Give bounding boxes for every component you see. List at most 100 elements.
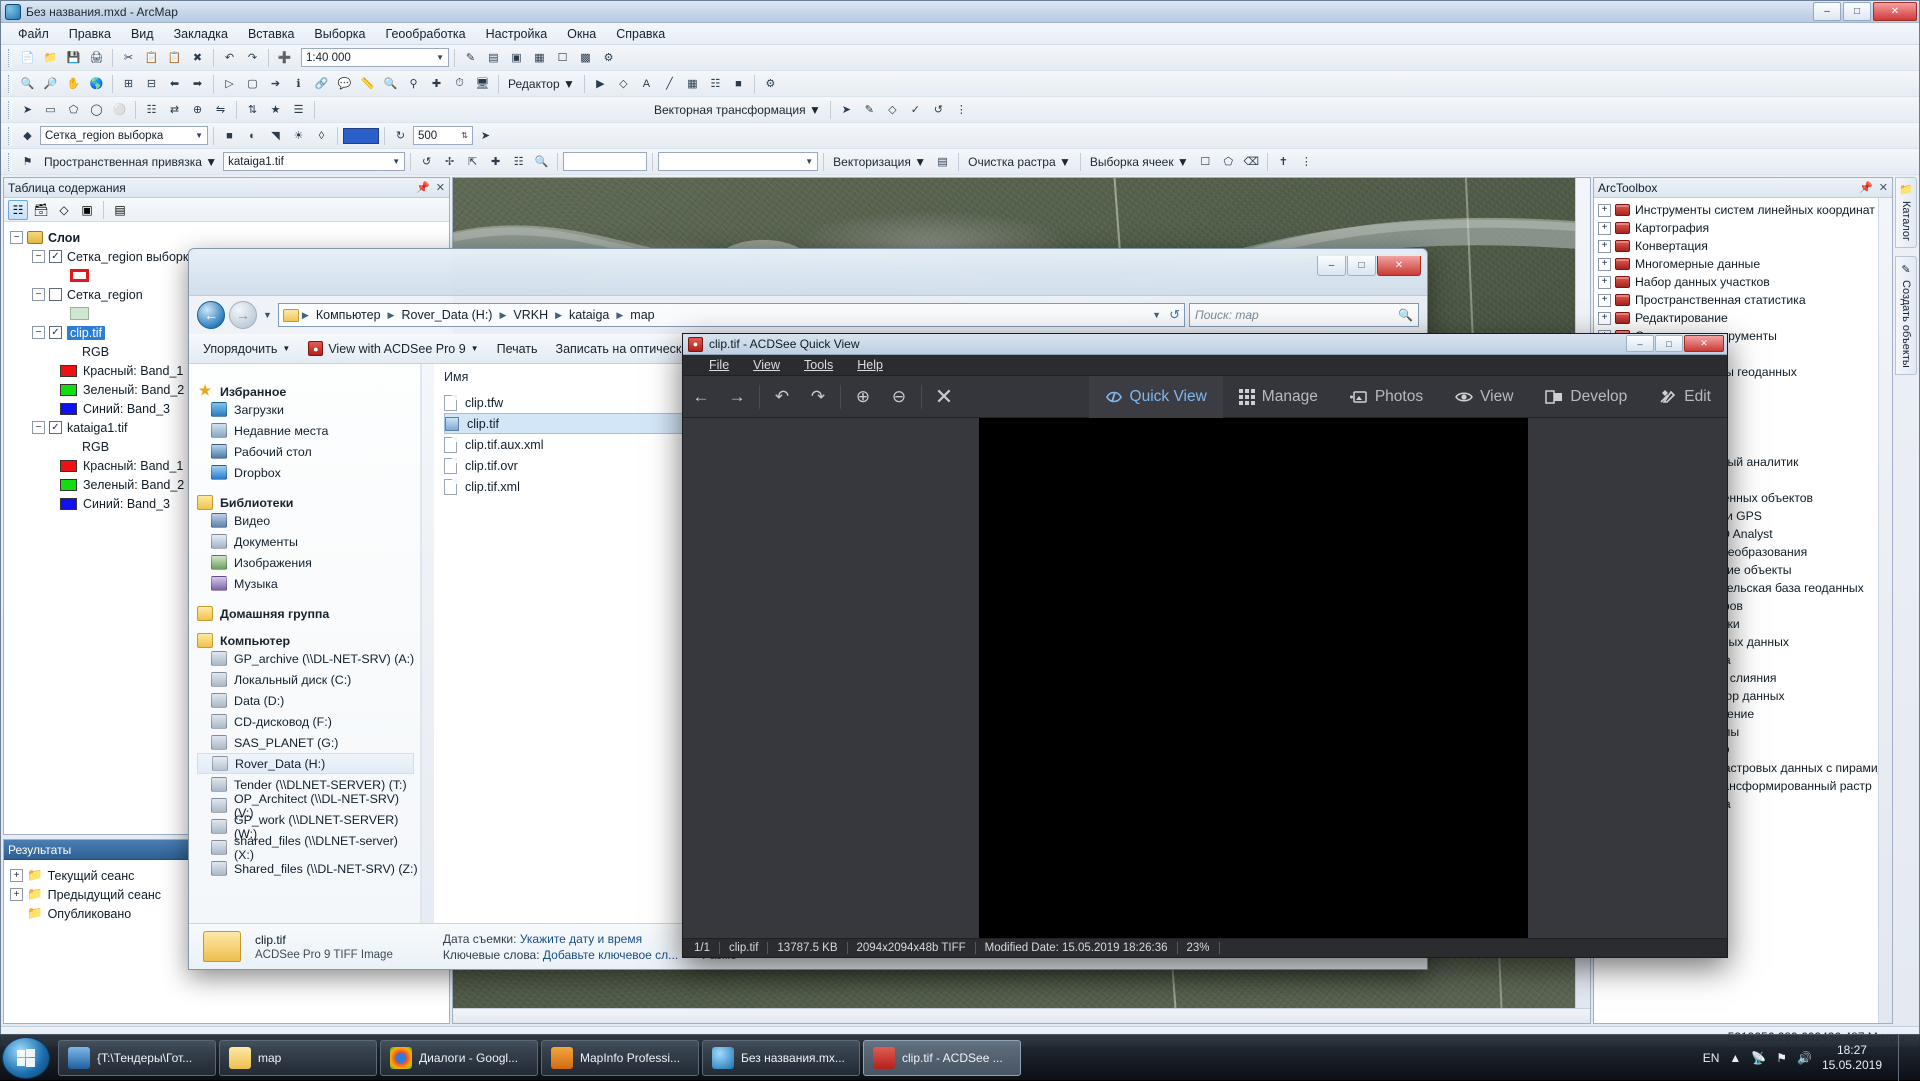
computer-group[interactable]: Компьютер — [197, 633, 420, 648]
taskbar-clock[interactable]: 18:27 15.05.2019 — [1822, 1043, 1882, 1073]
vt-more-icon[interactable]: ⋮ — [951, 99, 972, 120]
drive-item-5[interactable]: Rover_Data (H:) — [197, 753, 414, 774]
vt-reset-icon[interactable]: ↺ — [928, 99, 949, 120]
library-item-0[interactable]: Видео — [197, 510, 420, 531]
html-popup-icon[interactable]: 💬 — [334, 73, 355, 94]
symbol-color-swatch[interactable] — [343, 128, 379, 144]
map-horizontal-scrollbar[interactable] — [453, 1008, 1590, 1023]
chevron-down-icon[interactable]: ▼ — [809, 103, 821, 117]
show-desktop-button[interactable] — [1898, 1035, 1910, 1081]
favorites-group[interactable]: ★Избранное — [197, 384, 420, 399]
layer-checkbox[interactable] — [49, 288, 62, 301]
favorite-item-2[interactable]: Рабочий стол — [197, 441, 420, 462]
cut-icon[interactable]: ✂ — [118, 47, 139, 68]
cell-selection-menu[interactable]: Выборка ячеек ▼ — [1086, 155, 1193, 169]
drive-item-10[interactable]: Shared_files (\\DL-NET-SRV) (Z:) — [197, 858, 420, 879]
link-table-icon[interactable]: ☷ — [141, 99, 162, 120]
add-control-points-icon[interactable]: ✚ — [485, 151, 506, 172]
breadcrumb-separator-icon[interactable]: ▶ — [499, 310, 506, 321]
modelbuilder-icon[interactable]: ⚙ — [598, 47, 619, 68]
expander-icon[interactable]: + — [1598, 204, 1611, 217]
refresh-icon[interactable]: ↺ — [1169, 307, 1180, 323]
edit-tool-icon[interactable]: ▶ — [590, 73, 611, 94]
tray-action-center-icon[interactable]: ⚑ — [1776, 1051, 1787, 1065]
circle-select-icon[interactable]: ⚪ — [109, 99, 130, 120]
menu-customize[interactable]: Настройка — [477, 25, 557, 43]
menu-help[interactable]: Справка — [607, 25, 674, 43]
chevron-down-icon[interactable]: ▼ — [803, 157, 815, 166]
edit-annotation-icon[interactable]: A — [636, 73, 657, 94]
vt-apply-icon[interactable]: ✓ — [905, 99, 926, 120]
cell-erase-icon[interactable]: ⌫ — [1241, 151, 1262, 172]
editor-toolbar-icon[interactable]: ✎ — [460, 47, 481, 68]
acdsee-mode-tabs[interactable]: Quick ViewManagePhotosViewDevelopEdit — [1089, 376, 1727, 418]
toolbar-grip[interactable] — [8, 153, 12, 171]
georeference-layer-combo[interactable]: kataiga1.tif ▼ — [223, 152, 405, 171]
rectangle-select-icon[interactable]: ▭ — [40, 99, 61, 120]
detail-keywords-value[interactable]: Добавьте ключевое сл... — [543, 948, 678, 962]
breadcrumb-separator-icon[interactable]: ▶ — [302, 310, 309, 321]
menu-view[interactable]: Вид — [122, 25, 163, 43]
acdsee-tab-view[interactable]: View — [1439, 376, 1529, 418]
explorer-search-box[interactable]: Поиск: map 🔍 — [1189, 303, 1419, 327]
apply-buffer-icon[interactable]: ➤ — [475, 125, 496, 146]
edgematch-icon[interactable]: ☰ — [288, 99, 309, 120]
tray-language-indicator[interactable]: EN — [1703, 1051, 1720, 1065]
library-item-2[interactable]: Изображения — [197, 552, 420, 573]
color-fill-icon[interactable]: ■ — [219, 125, 240, 146]
breadcrumb-separator-icon[interactable]: ▶ — [616, 310, 623, 321]
table-of-contents-icon[interactable]: ▤ — [483, 47, 504, 68]
vector-transformation-menu[interactable]: Векторная трансформация ▼ — [650, 103, 825, 117]
transparency-icon[interactable]: ◐ — [242, 125, 263, 146]
breadcrumb-map[interactable]: map — [626, 307, 658, 323]
time-slider-icon[interactable]: ⏱ — [449, 73, 470, 94]
arctoolbox-item[interactable]: +Картография — [1596, 219, 1878, 237]
raster-cleanup-menu[interactable]: Очистка растра ▼ — [964, 155, 1075, 169]
system-tray[interactable]: EN ▲ 📡 ⚑ 🔊 18:27 15.05.2019 — [1703, 1035, 1920, 1081]
favorite-item-0[interactable]: Загрузки — [197, 399, 420, 420]
go-back-extent-icon[interactable]: ⬅ — [164, 73, 185, 94]
paste-icon[interactable]: 📋 — [164, 47, 185, 68]
arcmap-minimize-button[interactable]: – — [1813, 2, 1841, 21]
multiple-links-icon[interactable]: ⇋ — [210, 99, 231, 120]
explorer-maximize-button[interactable]: □ — [1347, 256, 1376, 276]
favorite-item-3[interactable]: Dropbox — [197, 462, 420, 483]
acdsee-toolbar[interactable]: ← → ↶ ↷ ⊕ ⊖ ✕ Quick ViewManagePhotosView… — [683, 376, 1727, 418]
menu-windows[interactable]: Окна — [558, 25, 605, 43]
next-image-icon[interactable]: → — [719, 376, 755, 418]
close-icon[interactable]: ✕ — [436, 181, 445, 194]
acdsee-menubar[interactable]: File View Tools Help — [683, 355, 1727, 376]
drive-item-9[interactable]: shared_files (\\DLNET-server) (X:) — [197, 837, 420, 858]
rotate-icon[interactable]: ↺ — [416, 151, 437, 172]
cleanup-more-icon[interactable]: ⋮ — [1296, 151, 1317, 172]
scale-icon[interactable]: ⇱ — [462, 151, 483, 172]
right-side-tabs[interactable]: 📁 Каталог ✎ Создать объекты — [1895, 177, 1917, 1024]
explorer-navigation-bar[interactable]: ← → ▼ ▶ Компьютер ▶ Rover_Data (H:) ▶ VR… — [189, 296, 1427, 334]
menu-geoprocessing[interactable]: Геообработка — [377, 25, 475, 43]
magic-erase-icon[interactable]: ✝ — [1273, 151, 1294, 172]
acdsee-window-controls[interactable]: – □ ✕ — [1626, 335, 1724, 352]
copy-icon[interactable]: 📋 — [141, 47, 162, 68]
acdsee-menu-tools[interactable]: Tools — [792, 356, 845, 374]
displacement-link-icon[interactable]: ⇄ — [164, 99, 185, 120]
chevron-down-icon[interactable]: ▼ — [1152, 310, 1161, 320]
go-next-extent-icon[interactable]: ➡ — [187, 73, 208, 94]
arctoolbox-item[interactable]: +Инструменты систем линейных координат — [1596, 201, 1878, 219]
save-icon[interactable]: 💾 — [63, 47, 84, 68]
spatial-adjustment-toolbar[interactable]: ⚑ Пространственная привязка ▼ kataiga1.t… — [1, 149, 1919, 175]
taskbar-item[interactable]: MapInfo Professi... — [541, 1040, 699, 1076]
navigation-pane-scrollbar[interactable] — [421, 364, 434, 923]
breadcrumb-kataiga[interactable]: kataiga — [565, 307, 613, 323]
layer-checkbox[interactable]: ✓ — [49, 326, 62, 339]
expander-icon[interactable]: − — [32, 421, 45, 434]
drive-item-2[interactable]: Data (D:) — [197, 690, 420, 711]
libraries-group[interactable]: Библиотеки — [197, 495, 420, 510]
list-by-selection-icon[interactable]: ▣ — [77, 200, 97, 220]
snapping-icon[interactable]: ⚙ — [760, 73, 781, 94]
arctoolbox-item[interactable]: +Пространственная статистика — [1596, 291, 1878, 309]
list-by-drawing-order-icon[interactable]: ☷ — [8, 200, 28, 220]
acdsee-minimize-button[interactable]: – — [1626, 335, 1654, 352]
zoom-to-layer-icon[interactable]: 🔍 — [531, 151, 552, 172]
straight-segment-icon[interactable]: ╱ — [659, 73, 680, 94]
drive-item-1[interactable]: Локальный диск (C:) — [197, 669, 420, 690]
